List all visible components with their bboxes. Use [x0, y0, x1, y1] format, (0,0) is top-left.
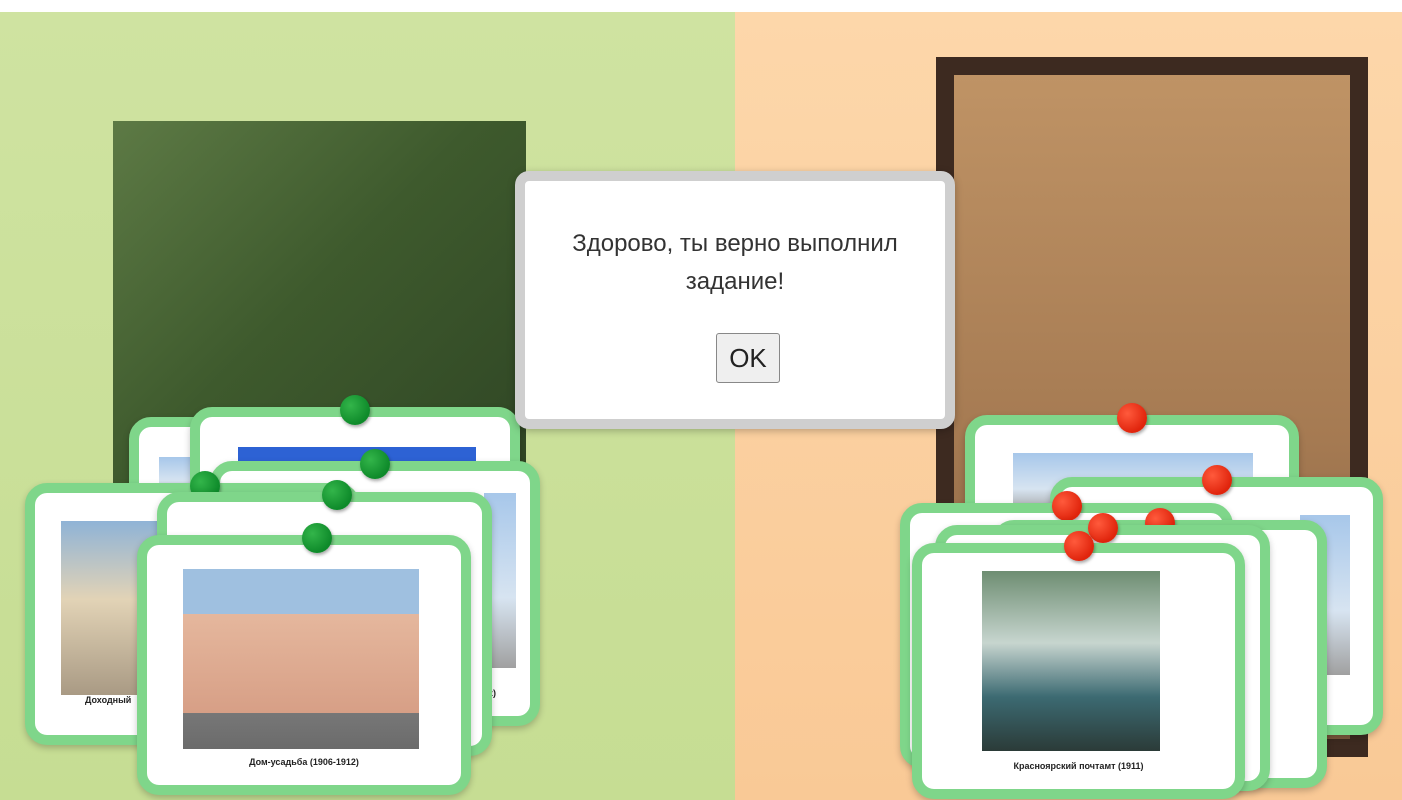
success-dialog: Здорово, ты верно выполнил задание! OK [515, 171, 955, 429]
pin-green [340, 395, 370, 425]
ok-button[interactable]: OK [716, 333, 780, 383]
dialog-message: Здорово, ты верно выполнил задание! [572, 230, 898, 295]
pin-green [302, 523, 332, 553]
card-left-6[interactable]: Дом-усадьба (1906-1912) [137, 523, 471, 795]
top-band [0, 0, 1402, 12]
pin-red [1051, 491, 1082, 521]
pin-green [360, 449, 390, 479]
pin-green [322, 480, 352, 510]
card-caption: Красноярский почтамт (1911) [1013, 761, 1144, 771]
card-photo [982, 571, 1160, 751]
pin-red [1063, 531, 1094, 561]
card-right-6[interactable]: Красноярский почтамт (1911) [912, 531, 1245, 799]
pin-red [1117, 403, 1147, 433]
card-caption: Дом-усадьба (1906-1912) [249, 757, 359, 767]
pin-red [1201, 465, 1232, 495]
card-photo [183, 569, 419, 749]
